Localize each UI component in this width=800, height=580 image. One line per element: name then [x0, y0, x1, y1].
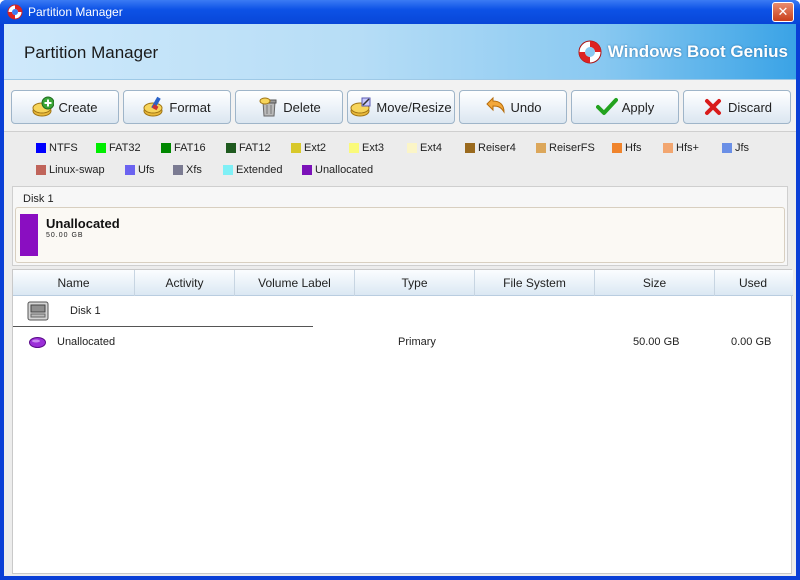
banner-title: Partition Manager	[24, 43, 159, 62]
disk-row[interactable]: Disk 1	[13, 297, 313, 327]
banner: Partition Manager Windows Boot Genius	[4, 24, 796, 80]
partition-color-fill	[20, 214, 38, 256]
legend-swatch	[173, 165, 183, 175]
format-label: Format	[169, 99, 211, 115]
legend-swatch	[226, 143, 236, 153]
legend-item-ext3: Ext3	[349, 142, 384, 154]
brand-logo: Windows Boot Genius	[578, 40, 788, 64]
disk-map-panel: Disk 1 Unallocated 50.00 GB	[12, 186, 788, 266]
legend-item-extended: Extended	[223, 164, 282, 176]
legend-item-unallocated: Unallocated	[302, 164, 373, 176]
delete-icon	[259, 97, 277, 117]
filesystem-legend: NTFS FAT32 FAT16 FAT12 Ext2 Ext3 Ext4 Re…	[4, 133, 796, 185]
legend-item-reiser4: Reiser4	[465, 142, 516, 154]
legend-swatch	[291, 143, 301, 153]
legend-item-xfs: Xfs	[173, 164, 202, 176]
client-area: Partition Manager Windows Boot Genius Cr…	[4, 24, 796, 576]
app-window: Partition Manager ✕ Partition Manager Wi…	[0, 0, 800, 580]
partition-type: Primary	[398, 336, 436, 348]
legend-item-reiserfs: ReiserFS	[536, 142, 595, 154]
partition-name: Unallocated	[57, 336, 116, 348]
column-header-volume-label[interactable]: Volume Label	[235, 270, 355, 296]
brand-name: Windows Boot Genius	[607, 42, 788, 61]
partition-size: 50.00 GB	[46, 232, 84, 239]
column-header-type[interactable]: Type	[355, 270, 475, 296]
legend-swatch	[36, 143, 46, 153]
partition-used: 0.00 GB	[731, 336, 772, 348]
column-header-used[interactable]: Used	[715, 270, 791, 296]
partition-title: Unallocated	[46, 216, 120, 231]
legend-item-fat32: FAT32	[96, 142, 141, 154]
legend-item-jfs: Jfs	[722, 142, 749, 154]
partition-icon	[29, 337, 46, 348]
format-button[interactable]: Format	[123, 90, 231, 124]
column-header-file-system[interactable]: File System	[475, 270, 595, 296]
legend-item-ext4: Ext4	[407, 142, 442, 154]
create-label: Create	[58, 99, 98, 115]
legend-item-linux-swap: Linux-swap	[36, 164, 105, 176]
partition-list: Name Activity Volume Label Type File Sys…	[12, 269, 793, 574]
lifebuoy-icon	[578, 40, 602, 64]
disk-name: Disk 1	[70, 305, 101, 317]
delete-label: Delete	[283, 99, 321, 115]
window-title: Partition Manager	[28, 5, 123, 19]
column-header-activity[interactable]: Activity	[135, 270, 235, 296]
column-header-size[interactable]: Size	[595, 270, 715, 296]
legend-swatch	[349, 143, 359, 153]
partition-block-unallocated[interactable]: Unallocated 50.00 GB	[15, 207, 785, 263]
discard-label: Discard	[727, 99, 773, 115]
move-resize-button[interactable]: Move/Resize	[347, 90, 455, 124]
legend-swatch	[161, 143, 171, 153]
disk-label: Disk 1	[23, 193, 54, 205]
legend-swatch	[536, 143, 546, 153]
list-header: Name Activity Volume Label Type File Sys…	[13, 270, 793, 296]
legend-swatch	[465, 143, 475, 153]
toolbar: Create Format Delete Move/Resize Undo Ap…	[4, 80, 796, 132]
legend-swatch	[96, 143, 106, 153]
undo-label: Undo	[510, 99, 542, 115]
column-header-name[interactable]: Name	[13, 270, 135, 296]
hard-disk-icon	[27, 301, 49, 321]
create-icon	[32, 96, 55, 117]
legend-item-ext2: Ext2	[291, 142, 326, 154]
partition-size: 50.00 GB	[633, 336, 680, 348]
apply-label: Apply	[621, 99, 655, 115]
create-button[interactable]: Create	[11, 90, 119, 124]
move-resize-label: Move/Resize	[376, 99, 452, 115]
apply-button[interactable]: Apply	[571, 90, 679, 124]
legend-swatch	[722, 143, 732, 153]
delete-button[interactable]: Delete	[235, 90, 343, 124]
move-resize-icon	[350, 97, 371, 117]
undo-icon	[486, 96, 505, 114]
legend-swatch	[223, 165, 233, 175]
legend-item-hfs: Hfs	[612, 142, 642, 154]
format-icon	[143, 96, 163, 117]
close-button[interactable]: ✕	[772, 2, 794, 22]
legend-swatch	[36, 165, 46, 175]
legend-item-hfsplus: Hfs+	[663, 142, 699, 154]
legend-swatch	[302, 165, 312, 175]
table-row[interactable]: Unallocated Primary 50.00 GB 0.00 GB	[13, 328, 793, 356]
legend-item-fat12: FAT12	[226, 142, 271, 154]
legend-swatch	[407, 143, 417, 153]
legend-swatch	[663, 143, 673, 153]
legend-item-ntfs: NTFS	[36, 142, 78, 154]
discard-icon	[704, 99, 721, 115]
legend-swatch	[612, 143, 622, 153]
legend-item-fat16: FAT16	[161, 142, 206, 154]
undo-button[interactable]: Undo	[459, 90, 567, 124]
discard-button[interactable]: Discard	[683, 90, 791, 124]
lifebuoy-icon	[7, 4, 23, 20]
apply-icon	[595, 98, 618, 115]
title-bar[interactable]: Partition Manager ✕	[0, 0, 800, 24]
legend-item-ufs: Ufs	[125, 164, 155, 176]
legend-swatch	[125, 165, 135, 175]
